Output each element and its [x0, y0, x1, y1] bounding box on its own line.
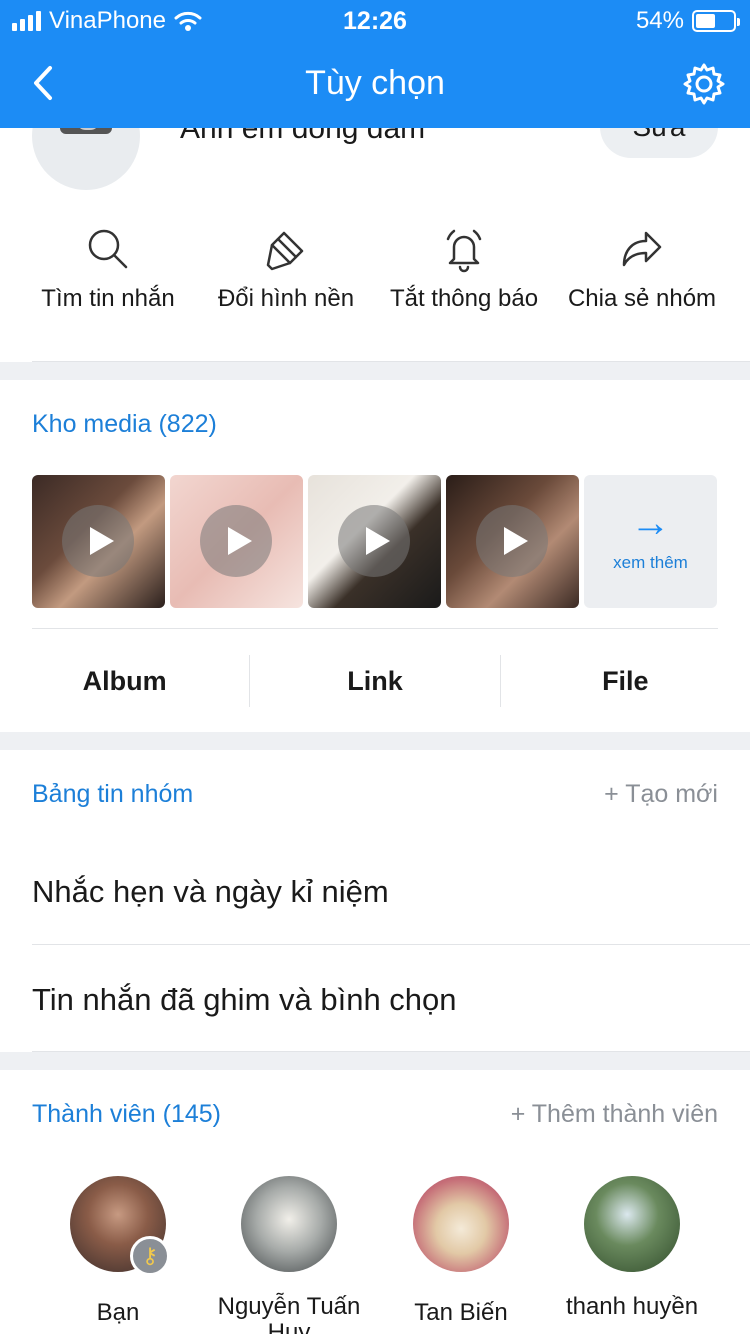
- battery-percent: 54%: [635, 7, 684, 34]
- key-icon: ⚷: [130, 1236, 170, 1276]
- tab-album[interactable]: Album: [0, 655, 249, 707]
- media-thumbnails: → xem thêm: [32, 475, 717, 608]
- paint-brush-icon: [266, 231, 304, 271]
- see-more-tile[interactable]: → xem thêm: [584, 475, 717, 608]
- board-title: Bảng tin nhóm: [32, 780, 194, 808]
- share-icon: [622, 231, 662, 267]
- avatar: [413, 1176, 509, 1272]
- page-title: Tùy chọn: [305, 64, 445, 102]
- media-thumbnail[interactable]: [170, 475, 303, 608]
- play-icon: [62, 505, 134, 577]
- divider: [32, 628, 718, 629]
- member-name: thanh huyền: [565, 1293, 699, 1320]
- member-item[interactable]: ⚷ Bạn: [33, 1176, 203, 1326]
- see-more-label: xem thêm: [613, 553, 688, 572]
- divider: [32, 361, 750, 362]
- tab-file[interactable]: File: [501, 655, 750, 707]
- nav-bar: Tùy chọn: [0, 40, 750, 128]
- members-section: Thành viên (145) + Thêm thành viên ⚷ Bạn…: [0, 1070, 750, 1334]
- member-item[interactable]: Tan Biến: [376, 1176, 546, 1326]
- media-thumbnail[interactable]: [32, 475, 165, 608]
- media-section: Kho media (822) → xem thêm Album Link Fi…: [0, 380, 750, 732]
- list-item-pinned[interactable]: Tin nhắn đã ghim và bình chọn: [32, 982, 750, 1018]
- action-change-wallpaper[interactable]: Đổi hình nền: [196, 225, 376, 313]
- media-tabs: Album Link File: [0, 655, 750, 707]
- media-thumbnail[interactable]: [446, 475, 579, 608]
- members-title[interactable]: Thành viên (145): [32, 1100, 221, 1129]
- gear-icon[interactable]: [680, 60, 728, 108]
- member-item[interactable]: thanh huyền: [547, 1176, 717, 1320]
- action-label: Tắt thông báo: [389, 285, 539, 312]
- create-new-button[interactable]: + Tạo mới: [604, 780, 718, 809]
- bell-icon: [446, 229, 482, 273]
- divider: [32, 944, 750, 945]
- avatar: [241, 1176, 337, 1272]
- avatar: [584, 1176, 680, 1272]
- media-title[interactable]: Kho media (822): [32, 410, 217, 439]
- header: VinaPhone 12:26 54% Tùy chọn: [0, 0, 750, 128]
- divider: [32, 1051, 750, 1052]
- play-icon: [338, 505, 410, 577]
- action-search-messages[interactable]: Tìm tin nhắn: [18, 225, 198, 313]
- member-item[interactable]: Nguyễn Tuấn Huy: [204, 1176, 374, 1334]
- member-name: Tan Biến: [414, 1299, 508, 1326]
- battery-icon: [692, 10, 740, 32]
- add-member-button[interactable]: + Thêm thành viên: [511, 1100, 718, 1129]
- status-right: 54%: [635, 7, 740, 35]
- arrow-right-icon: →: [630, 501, 671, 545]
- action-label: Tìm tin nhắn: [41, 285, 175, 312]
- action-label: Chia sẻ nhóm: [567, 285, 717, 312]
- member-name: Nguyễn Tuấn Huy: [217, 1293, 361, 1334]
- play-icon: [476, 505, 548, 577]
- play-icon: [200, 505, 272, 577]
- group-header-section: Anh em dong dam Sửa Tìm tin nhắn Đổi hìn…: [0, 82, 750, 362]
- group-board-section: Bảng tin nhóm + Tạo mới Nhắc hẹn và ngày…: [0, 750, 750, 1052]
- quick-actions: Tìm tin nhắn Đổi hình nền Tắt thông báo …: [0, 225, 750, 355]
- media-thumbnail[interactable]: [308, 475, 441, 608]
- action-mute-notifications[interactable]: Tắt thông báo: [374, 225, 554, 313]
- status-bar: VinaPhone 12:26 54%: [0, 0, 750, 40]
- list-item-reminders[interactable]: Nhắc hẹn và ngày kỉ niệm: [32, 874, 750, 910]
- member-name: Bạn: [96, 1299, 140, 1326]
- search-icon: [88, 229, 128, 269]
- avatar: ⚷: [70, 1176, 170, 1276]
- tab-link[interactable]: Link: [250, 655, 499, 707]
- battery-fill: [696, 14, 716, 28]
- action-share-group[interactable]: Chia sẻ nhóm: [552, 225, 732, 313]
- action-label: Đổi hình nền: [217, 285, 355, 312]
